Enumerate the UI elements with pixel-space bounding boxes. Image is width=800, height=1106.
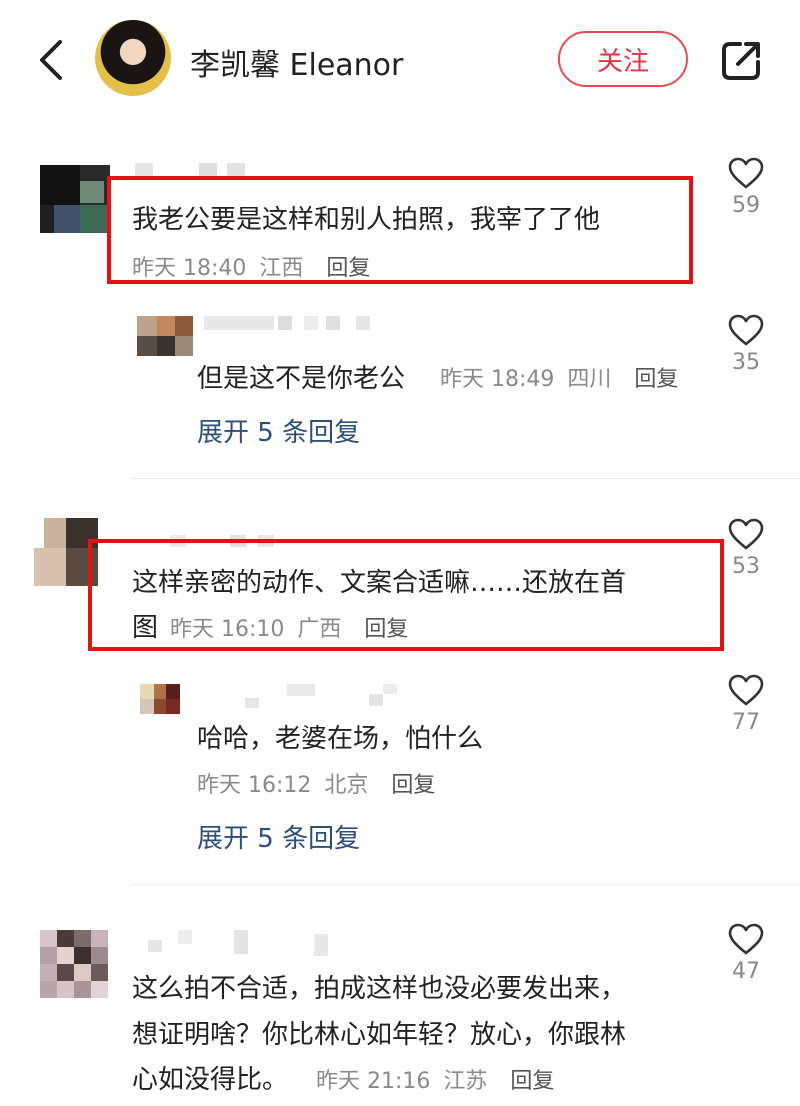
comment-meta: 昨天 16:10 广西 回复 <box>170 611 414 643</box>
reply-button[interactable]: 回复 <box>391 773 435 798</box>
reply-button[interactable]: 回复 <box>510 1069 554 1094</box>
commenter-avatar[interactable] <box>40 165 110 233</box>
reply-location: 北京 <box>324 773 369 798</box>
comment-meta: 昨天 21:16 江苏 回复 <box>316 1063 560 1095</box>
reply-name-masked <box>204 316 374 334</box>
comment-text-line3: 心如没得比。 <box>132 1065 289 1095</box>
divider <box>130 478 800 479</box>
like-button[interactable]: 77 <box>716 674 776 735</box>
commenter-avatar[interactable] <box>40 930 108 998</box>
like-button[interactable]: 59 <box>716 157 776 218</box>
like-count: 77 <box>732 710 760 735</box>
commenter-name-masked <box>148 930 338 960</box>
like-count: 35 <box>732 350 760 375</box>
follow-button[interactable]: 关注 <box>558 31 688 87</box>
reply-meta: 昨天 18:49 四川 回复 <box>440 361 684 393</box>
reply-avatar[interactable] <box>140 684 180 714</box>
reply-time: 昨天 18:49 <box>440 367 555 392</box>
comment-time: 昨天 16:10 <box>170 617 285 642</box>
heart-outline-icon <box>728 674 764 706</box>
comment-text-line2: 图 <box>132 613 159 643</box>
comment-location: 广西 <box>297 617 342 642</box>
comment-text: 我老公要是这样和别人拍照，我宰了了他 <box>132 205 601 235</box>
author-name[interactable]: 李凯馨 Eleanor <box>190 40 403 84</box>
comment-time: 昨天 18:40 <box>132 256 247 281</box>
heart-outline-icon <box>728 518 764 550</box>
comment-time: 昨天 21:16 <box>316 1069 431 1094</box>
like-count: 47 <box>732 959 760 984</box>
reply-button[interactable]: 回复 <box>326 256 370 281</box>
divider <box>130 884 800 885</box>
heart-outline-icon <box>728 157 764 189</box>
like-count: 59 <box>732 193 760 218</box>
comment-text-line1: 这样亲密的动作、文案合适嘛……还放在首 <box>132 568 627 598</box>
reply-time: 昨天 16:12 <box>197 773 312 798</box>
reply-meta: 昨天 16:12 北京 回复 <box>197 767 441 799</box>
reply-text: 哈哈，老婆在场，怕什么 <box>197 724 484 754</box>
author-avatar[interactable] <box>95 20 171 96</box>
back-button[interactable] <box>34 38 68 82</box>
comment-text-line2: 想证明啥？你比林心如年轻？放心，你跟林 <box>132 1020 627 1050</box>
share-icon <box>722 42 760 80</box>
reply-name-masked <box>245 684 400 708</box>
reply-button[interactable]: 回复 <box>364 617 408 642</box>
comment-text-line1: 这么拍不合适，拍成这样也没必要发出来， <box>132 974 627 1004</box>
like-button[interactable]: 47 <box>716 923 776 984</box>
chevron-left-icon <box>40 40 62 80</box>
comment-location: 江苏 <box>443 1069 488 1094</box>
share-button[interactable] <box>720 38 764 82</box>
reply-text: 但是这不是你老公 <box>197 364 406 394</box>
heart-outline-icon <box>728 314 764 346</box>
heart-outline-icon <box>728 923 764 955</box>
like-button[interactable]: 53 <box>716 518 776 579</box>
expand-replies-link[interactable]: 展开 5 条回复 <box>197 818 360 855</box>
comment-meta: 昨天 18:40 江西 回复 <box>132 250 376 282</box>
expand-replies-link[interactable]: 展开 5 条回复 <box>197 412 360 449</box>
reply-button[interactable]: 回复 <box>634 367 678 392</box>
comment-location: 江西 <box>259 256 304 281</box>
like-button[interactable]: 35 <box>716 314 776 375</box>
like-count: 53 <box>732 554 760 579</box>
reply-location: 四川 <box>567 367 612 392</box>
reply-avatar[interactable] <box>137 316 193 356</box>
